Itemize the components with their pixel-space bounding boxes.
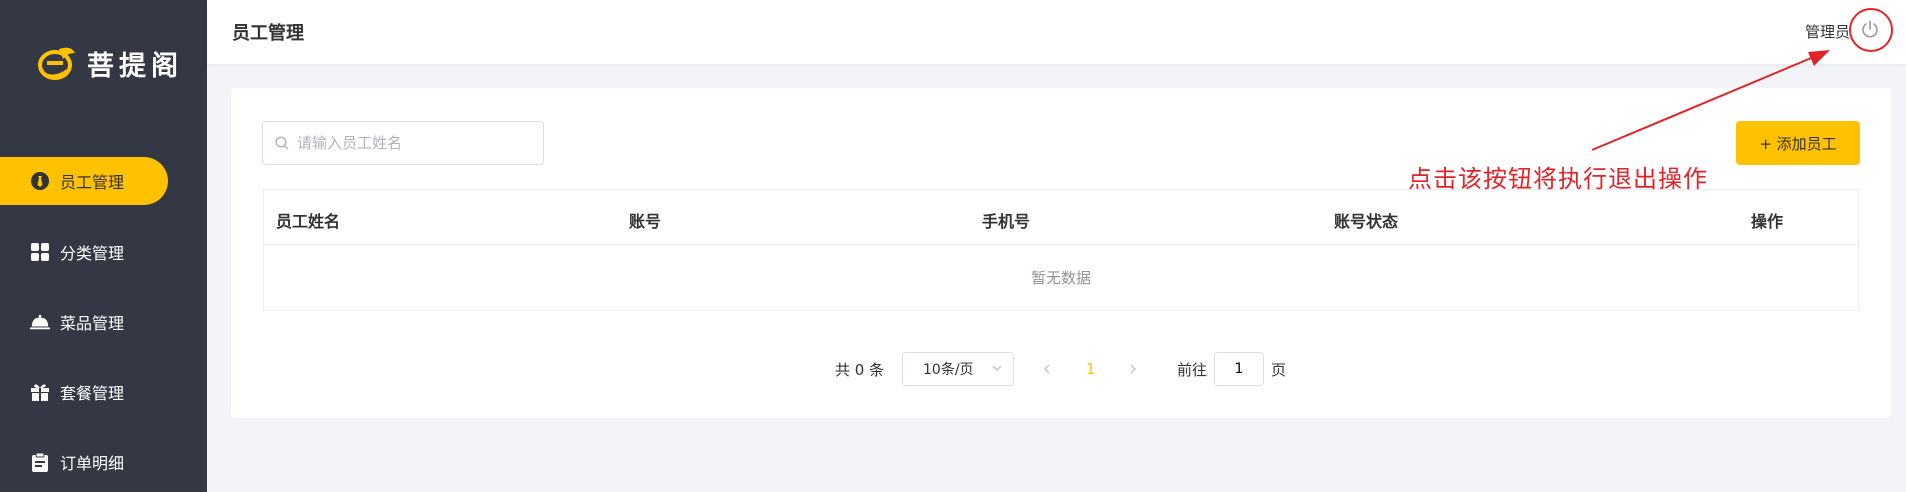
column-header-actions: 操作 [1751, 212, 1784, 231]
employee-table: 员工姓名 账号 手机号 账号状态 操作 暂无数据 [263, 189, 1859, 311]
page-number-current[interactable]: 1 [1086, 352, 1096, 386]
tie-icon [30, 171, 50, 191]
clipboard-icon [30, 452, 50, 472]
brand-name: 菩提阁 [87, 50, 183, 82]
page-size-value: 10条/页 [923, 362, 974, 378]
power-icon [1862, 20, 1878, 38]
table-header: 员工姓名 账号 手机号 账号状态 操作 [264, 190, 1858, 245]
chevron-down-icon [991, 362, 1003, 378]
grid-icon [30, 242, 50, 262]
search-icon [275, 136, 289, 150]
goto-suffix: 页 [1271, 360, 1287, 379]
sidebar-item-label: 分类管理 [60, 244, 125, 263]
empty-text: 暂无数据 [1030, 269, 1091, 287]
sidebar: 菩提阁 员工管理 分类管理 菜品管理 套餐管理 订单明细 [0, 0, 207, 492]
page-size-select[interactable]: 10条/页 [902, 352, 1014, 386]
brand-logo: 菩提阁 [33, 43, 183, 83]
prev-page-button[interactable] [1041, 352, 1053, 386]
chevron-left-icon [1044, 364, 1050, 374]
goto-prefix: 前往 [1177, 360, 1208, 379]
pagination: 共 0 条 10条/页 1 前往 页 [231, 352, 1891, 386]
next-page-button[interactable] [1127, 352, 1139, 386]
search-input[interactable] [297, 134, 537, 152]
goto-page-input[interactable] [1214, 352, 1264, 386]
cloche-icon [30, 312, 50, 332]
sidebar-item-label: 套餐管理 [60, 384, 125, 403]
sidebar-item-employee[interactable]: 员工管理 [0, 157, 168, 205]
column-header-status: 账号状态 [1334, 212, 1399, 231]
sidebar-item-dish[interactable]: 菜品管理 [0, 298, 168, 346]
column-header-phone: 手机号 [982, 212, 1031, 231]
column-header-account: 账号 [629, 212, 662, 231]
chevron-right-icon [1130, 364, 1136, 374]
total-count: 共 0 条 [835, 360, 885, 379]
column-header-name: 员工姓名 [276, 212, 341, 231]
sidebar-item-category[interactable]: 分类管理 [0, 228, 168, 276]
annotation-text: 点击该按钮将执行退出操作 [1408, 165, 1708, 193]
search-box[interactable] [262, 121, 544, 165]
sidebar-item-label: 员工管理 [60, 173, 125, 192]
page-title: 员工管理 [232, 23, 304, 44]
logo-icon [38, 47, 75, 80]
sidebar-item-label: 菜品管理 [60, 314, 125, 333]
user-name: 管理员 [1804, 23, 1850, 41]
logout-button[interactable] [1853, 12, 1887, 46]
sidebar-item-orders[interactable]: 订单明细 [0, 438, 168, 486]
gift-icon [30, 382, 50, 402]
sidebar-item-label: 订单明细 [60, 454, 125, 473]
sidebar-item-setmeal[interactable]: 套餐管理 [0, 368, 168, 416]
annotation-arrow [1591, 50, 1830, 151]
